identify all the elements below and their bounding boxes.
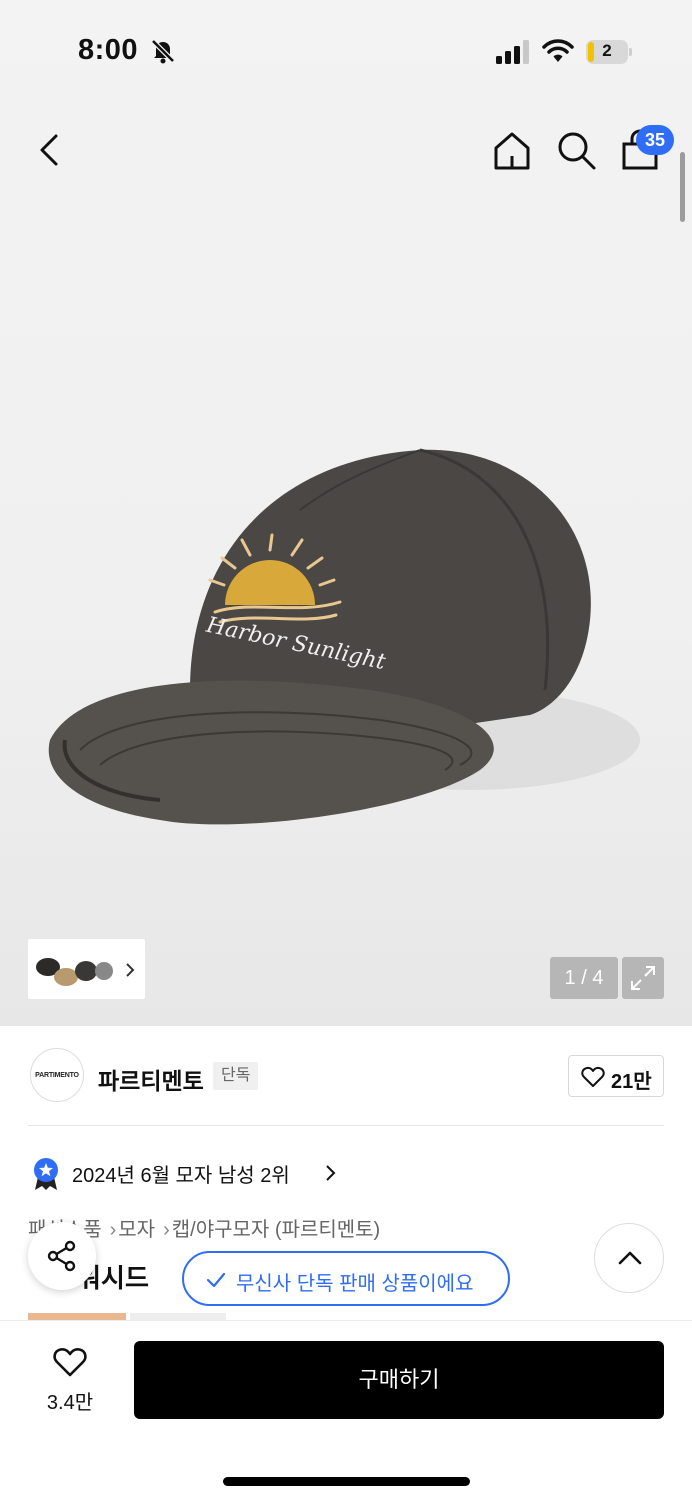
expand-button[interactable] bbox=[622, 957, 664, 999]
ranking-text: 2024년 6월 모자 남성 2위 bbox=[72, 1165, 290, 1187]
share-button[interactable] bbox=[28, 1222, 96, 1290]
breadcrumb-item[interactable]: 모자 bbox=[118, 1219, 155, 1241]
chevron-right-icon: › bbox=[163, 1219, 170, 1241]
back-icon[interactable] bbox=[30, 128, 70, 172]
status-bar: 8:00 2 bbox=[0, 0, 692, 100]
breadcrumb-item[interactable]: 캡/야구모자 (파르티멘토) bbox=[172, 1219, 380, 1241]
exclusive-tag: 단독 bbox=[213, 1062, 259, 1090]
search-icon[interactable] bbox=[554, 128, 598, 172]
chevron-right-icon[interactable] bbox=[122, 962, 138, 978]
home-indicator bbox=[223, 1477, 470, 1486]
wifi-icon bbox=[542, 39, 574, 62]
cart-count-badge: 35 bbox=[636, 125, 674, 155]
battery-icon: 2 bbox=[586, 40, 632, 64]
checkmark-icon bbox=[206, 1272, 226, 1288]
brand-like-button[interactable]: 21만 bbox=[568, 1055, 664, 1097]
exclusive-toast: 무신사 단독 판매 상품이에요 bbox=[182, 1251, 510, 1306]
heart-icon bbox=[581, 1066, 605, 1087]
chevron-right-icon: › bbox=[109, 1219, 117, 1241]
home-icon[interactable] bbox=[490, 128, 534, 172]
bell-slash-icon bbox=[151, 39, 175, 64]
wishlist-count: 3.4만 bbox=[46, 1392, 94, 1414]
wishlist-button[interactable]: 3.4만 bbox=[30, 1342, 110, 1418]
scroll-to-top-button[interactable] bbox=[594, 1223, 664, 1293]
battery-level: 2 bbox=[602, 41, 612, 60]
brand-logo[interactable]: PARTIMENTO bbox=[30, 1048, 84, 1102]
page-indicator: 1 / 4 bbox=[550, 957, 618, 999]
cellular-signal-icon bbox=[496, 40, 529, 64]
status-time: 8:00 bbox=[78, 34, 139, 66]
divider bbox=[28, 1125, 664, 1126]
expand-icon bbox=[631, 966, 655, 990]
product-image[interactable]: Harbor Sunlight bbox=[40, 440, 640, 840]
share-icon bbox=[47, 1240, 76, 1272]
buy-button[interactable]: 구매하기 bbox=[134, 1341, 664, 1419]
brand-like-count: 21만 bbox=[611, 1071, 652, 1093]
ranking-badge-icon bbox=[34, 1158, 58, 1190]
thumbnail-images[interactable] bbox=[32, 945, 120, 993]
toast-text: 무신사 단독 판매 상품이에요 bbox=[236, 1273, 474, 1295]
chevron-right-icon bbox=[326, 1165, 336, 1181]
scrollbar[interactable] bbox=[680, 152, 685, 222]
heart-icon bbox=[53, 1347, 87, 1377]
chevron-up-icon bbox=[618, 1251, 642, 1265]
brand-name[interactable]: 파르티멘토 bbox=[98, 1062, 204, 1096]
